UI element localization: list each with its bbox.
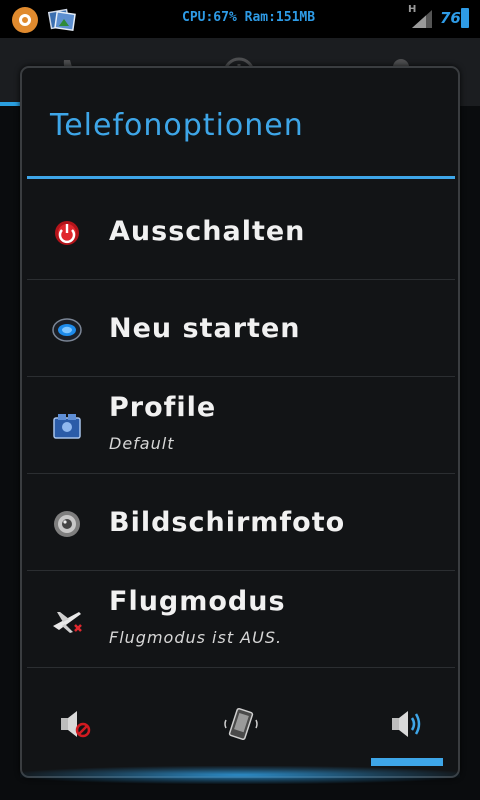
- dialog-title: Telefonoptionen: [50, 108, 304, 143]
- menu-divider: [27, 570, 455, 571]
- power-icon: [55, 221, 79, 245]
- menu-item-restart[interactable]: Neu starten: [27, 281, 455, 377]
- battery-icon: [461, 8, 469, 28]
- profile-icon: [53, 414, 81, 439]
- menu-item-screenshot[interactable]: Bildschirmfoto: [27, 475, 455, 571]
- menu-item-subtitle: Default: [109, 434, 175, 453]
- vibrate-icon[interactable]: [223, 706, 259, 742]
- title-divider: [27, 176, 455, 179]
- menu-item-label: Profile: [109, 392, 217, 423]
- sound-on-icon[interactable]: [389, 706, 425, 742]
- status-bar: CPU:67% Ram:151MB H 76: [0, 0, 480, 38]
- screenshot-icon: [54, 511, 80, 537]
- menu-divider: [27, 667, 455, 668]
- silent-icon[interactable]: [57, 706, 93, 742]
- cpu-ram-readout: CPU:67% Ram:151MB: [182, 10, 316, 25]
- airplane-icon: [53, 612, 82, 633]
- gallery-icon: [48, 8, 76, 32]
- menu-item-power-off[interactable]: Ausschalten: [27, 184, 455, 280]
- restart-icon: [52, 318, 82, 342]
- menu-item-profile[interactable]: Profile Default: [27, 378, 455, 474]
- menu-item-label: Neu starten: [109, 313, 301, 344]
- menu-item-label: Flugmodus: [109, 586, 286, 617]
- menu-item-subtitle: Flugmodus ist AUS.: [109, 628, 283, 647]
- menu-item-label: Bildschirmfoto: [109, 507, 346, 538]
- menu-divider: [27, 376, 455, 377]
- app-icon: [12, 7, 38, 33]
- sound-mode-bar: [27, 688, 455, 774]
- signal-icon: [412, 10, 432, 28]
- phone-options-dialog: Telefonoptionen Ausschalten Neu starten …: [20, 66, 460, 778]
- battery-level: 76: [440, 9, 461, 27]
- selected-mode-indicator: [371, 758, 443, 766]
- menu-divider: [27, 279, 455, 280]
- menu-divider: [27, 473, 455, 474]
- menu-item-label: Ausschalten: [109, 216, 306, 247]
- menu-item-airplane-mode[interactable]: Flugmodus Flugmodus ist AUS.: [27, 572, 455, 668]
- dialog-glow: [20, 766, 460, 784]
